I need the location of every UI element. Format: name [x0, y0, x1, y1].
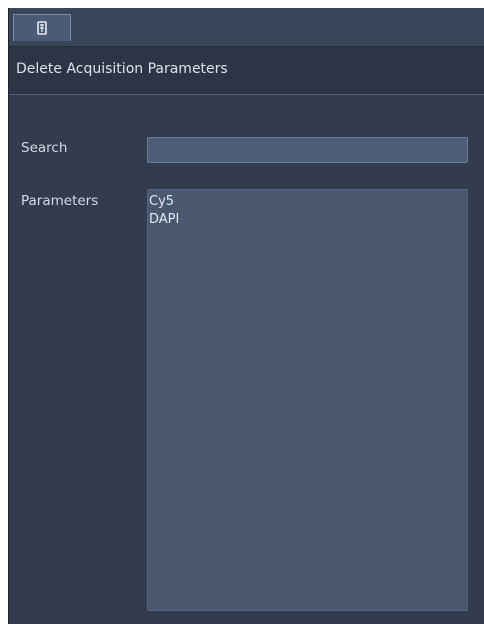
delete-acquisition-parameters-panel: Delete Acquisition Parameters Search Par… — [8, 8, 484, 624]
search-input[interactable] — [147, 137, 468, 163]
parameters-label: Parameters — [21, 193, 99, 209]
delete-document-icon — [37, 21, 47, 35]
list-item[interactable]: Cy5 — [148, 193, 467, 211]
tab-delete-parameters[interactable] — [13, 14, 71, 41]
search-label: Search — [21, 140, 68, 156]
tool-tab-bar — [9, 8, 484, 47]
parameters-list[interactable]: Cy5 DAPI — [147, 189, 468, 611]
panel-header: Delete Acquisition Parameters — [9, 47, 484, 95]
panel-title: Delete Acquisition Parameters — [16, 61, 228, 77]
list-item[interactable]: DAPI — [148, 211, 467, 229]
